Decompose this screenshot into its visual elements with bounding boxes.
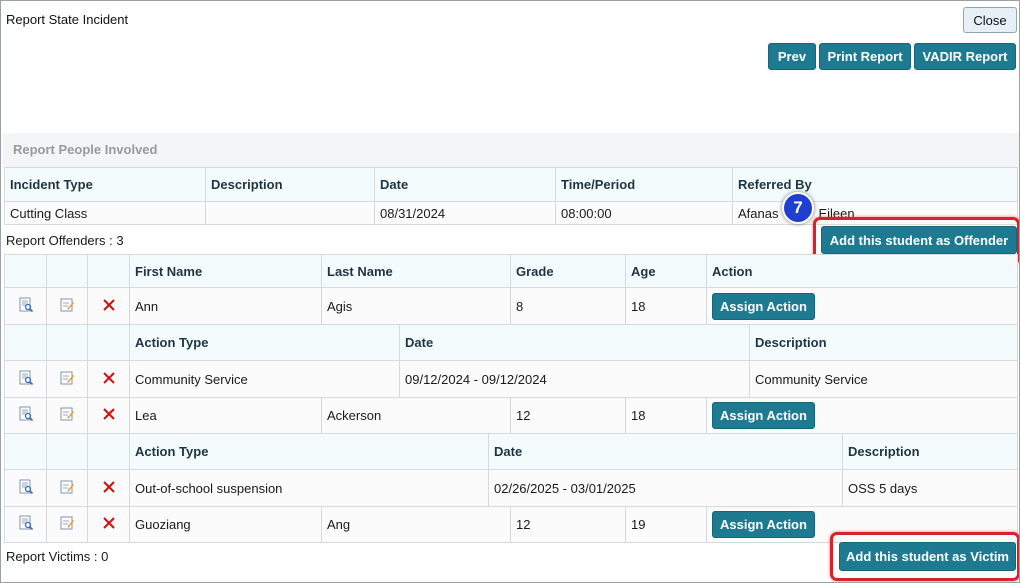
assign-action-button[interactable]: Assign Action xyxy=(712,511,815,538)
window-title: Report State Incident xyxy=(6,12,129,27)
actions-table-2: Action Type Date Description Out-of-scho… xyxy=(4,433,1018,507)
view-document-icon xyxy=(18,297,34,316)
close-button[interactable]: Close xyxy=(963,7,1017,33)
action-date-header: Date xyxy=(488,433,843,470)
victims-count: Report Victims : 0 xyxy=(6,549,109,564)
section-title: Report People Involved xyxy=(13,142,158,157)
delete-x-icon xyxy=(102,516,116,533)
action-description-cell: OSS 5 days xyxy=(842,469,1018,507)
edit-note-icon xyxy=(59,406,75,425)
action-type-cell: Out-of-school suspension xyxy=(129,469,489,507)
delete-button[interactable] xyxy=(87,287,130,325)
view-button[interactable] xyxy=(4,360,47,398)
action-type-cell: Community Service xyxy=(129,360,400,398)
first-name-cell: Ann xyxy=(129,287,322,325)
delete-button[interactable] xyxy=(87,506,130,543)
age-cell: 18 xyxy=(625,397,707,434)
prev-button[interactable]: Prev xyxy=(768,43,816,70)
offender-row: Ann Agis 8 18 Assign Action xyxy=(4,287,1018,325)
offenders-count: Report Offenders : 3 xyxy=(6,233,124,248)
incident-type-value: Cutting Class xyxy=(4,201,206,225)
action-description-header: Description xyxy=(749,324,1018,361)
edit-note-icon xyxy=(59,515,75,534)
delete-x-icon xyxy=(102,480,116,497)
age-cell: 19 xyxy=(625,506,707,543)
date-value: 08/31/2024 xyxy=(374,201,556,225)
referred-by-header: Referred By xyxy=(732,167,1018,202)
last-name-cell: Ackerson xyxy=(321,397,511,434)
delete-x-icon xyxy=(102,298,116,315)
view-button[interactable] xyxy=(4,469,47,507)
action-header: Action xyxy=(706,254,1018,288)
first-name-header: First Name xyxy=(129,254,322,288)
delete-button[interactable] xyxy=(87,360,130,398)
time-value: 08:00:00 xyxy=(555,201,733,225)
action-description-cell: Community Service xyxy=(749,360,1018,398)
age-header: Age xyxy=(625,254,707,288)
edit-note-icon xyxy=(59,479,75,498)
view-document-icon xyxy=(18,370,34,389)
view-document-icon xyxy=(18,479,34,498)
vadir-report-button[interactable]: VADIR Report xyxy=(914,43,1016,70)
add-offender-button[interactable]: Add this student as Offender xyxy=(821,226,1017,254)
grade-cell: 8 xyxy=(510,287,626,325)
offender-row: Lea Ackerson 12 18 Assign Action xyxy=(4,397,1018,434)
first-name-cell: Lea xyxy=(129,397,322,434)
action-cell: Assign Action xyxy=(706,287,1018,325)
view-button[interactable] xyxy=(4,397,47,434)
edit-button[interactable] xyxy=(46,469,88,507)
view-document-icon xyxy=(18,406,34,425)
date-header: Date xyxy=(374,167,556,202)
time-period-header: Time/Period xyxy=(555,167,733,202)
edit-button[interactable] xyxy=(46,360,88,398)
view-button[interactable] xyxy=(4,287,47,325)
offenders-table-row-2: Lea Ackerson 12 18 Assign Action xyxy=(4,397,1018,434)
referred-by-first: Afanas xyxy=(738,205,779,221)
incident-type-header: Incident Type xyxy=(4,167,206,202)
age-cell: 18 xyxy=(625,287,707,325)
step-badge: 7 xyxy=(782,192,814,224)
grade-cell: 12 xyxy=(510,506,626,543)
edit-note-icon xyxy=(59,370,75,389)
view-document-icon xyxy=(18,515,34,534)
delete-button[interactable] xyxy=(87,469,130,507)
view-button[interactable] xyxy=(4,506,47,543)
action-date-header: Date xyxy=(399,324,750,361)
last-name-cell: Agis xyxy=(321,287,511,325)
delete-button[interactable] xyxy=(87,397,130,434)
grade-cell: 12 xyxy=(510,397,626,434)
edit-button[interactable] xyxy=(46,506,88,543)
edit-button[interactable] xyxy=(46,397,88,434)
assign-action-button[interactable]: Assign Action xyxy=(712,292,815,320)
grade-header: Grade xyxy=(510,254,626,288)
action-row: Community Service 09/12/2024 - 09/12/202… xyxy=(4,360,1018,398)
actions-table-1: Action Type Date Description Community S… xyxy=(4,324,1018,398)
offenders-table: First Name Last Name Grade Age Action An… xyxy=(4,254,1018,325)
edit-button[interactable] xyxy=(46,287,88,325)
description-value xyxy=(205,201,375,225)
action-date-cell: 09/12/2024 - 09/12/2024 xyxy=(399,360,750,398)
description-header: Description xyxy=(205,167,375,202)
report-window: Report State Incident Close Prev Print R… xyxy=(0,0,1020,583)
delete-x-icon xyxy=(102,371,116,388)
action-date-cell: 02/26/2025 - 03/01/2025 xyxy=(488,469,843,507)
last-name-header: Last Name xyxy=(321,254,511,288)
first-name-cell: Guoziang xyxy=(129,506,322,543)
action-cell: Assign Action xyxy=(706,397,1018,434)
assign-action-button[interactable]: Assign Action xyxy=(712,402,815,429)
edit-note-icon xyxy=(59,297,75,316)
add-victim-button[interactable]: Add this student as Victim xyxy=(839,542,1016,571)
action-type-header: Action Type xyxy=(129,433,489,470)
print-report-button[interactable]: Print Report xyxy=(819,43,911,70)
action-description-header: Description xyxy=(842,433,1018,470)
delete-x-icon xyxy=(102,407,116,424)
action-type-header: Action Type xyxy=(129,324,400,361)
last-name-cell: Ang xyxy=(321,506,511,543)
action-row: Out-of-school suspension 02/26/2025 - 03… xyxy=(4,469,1018,507)
